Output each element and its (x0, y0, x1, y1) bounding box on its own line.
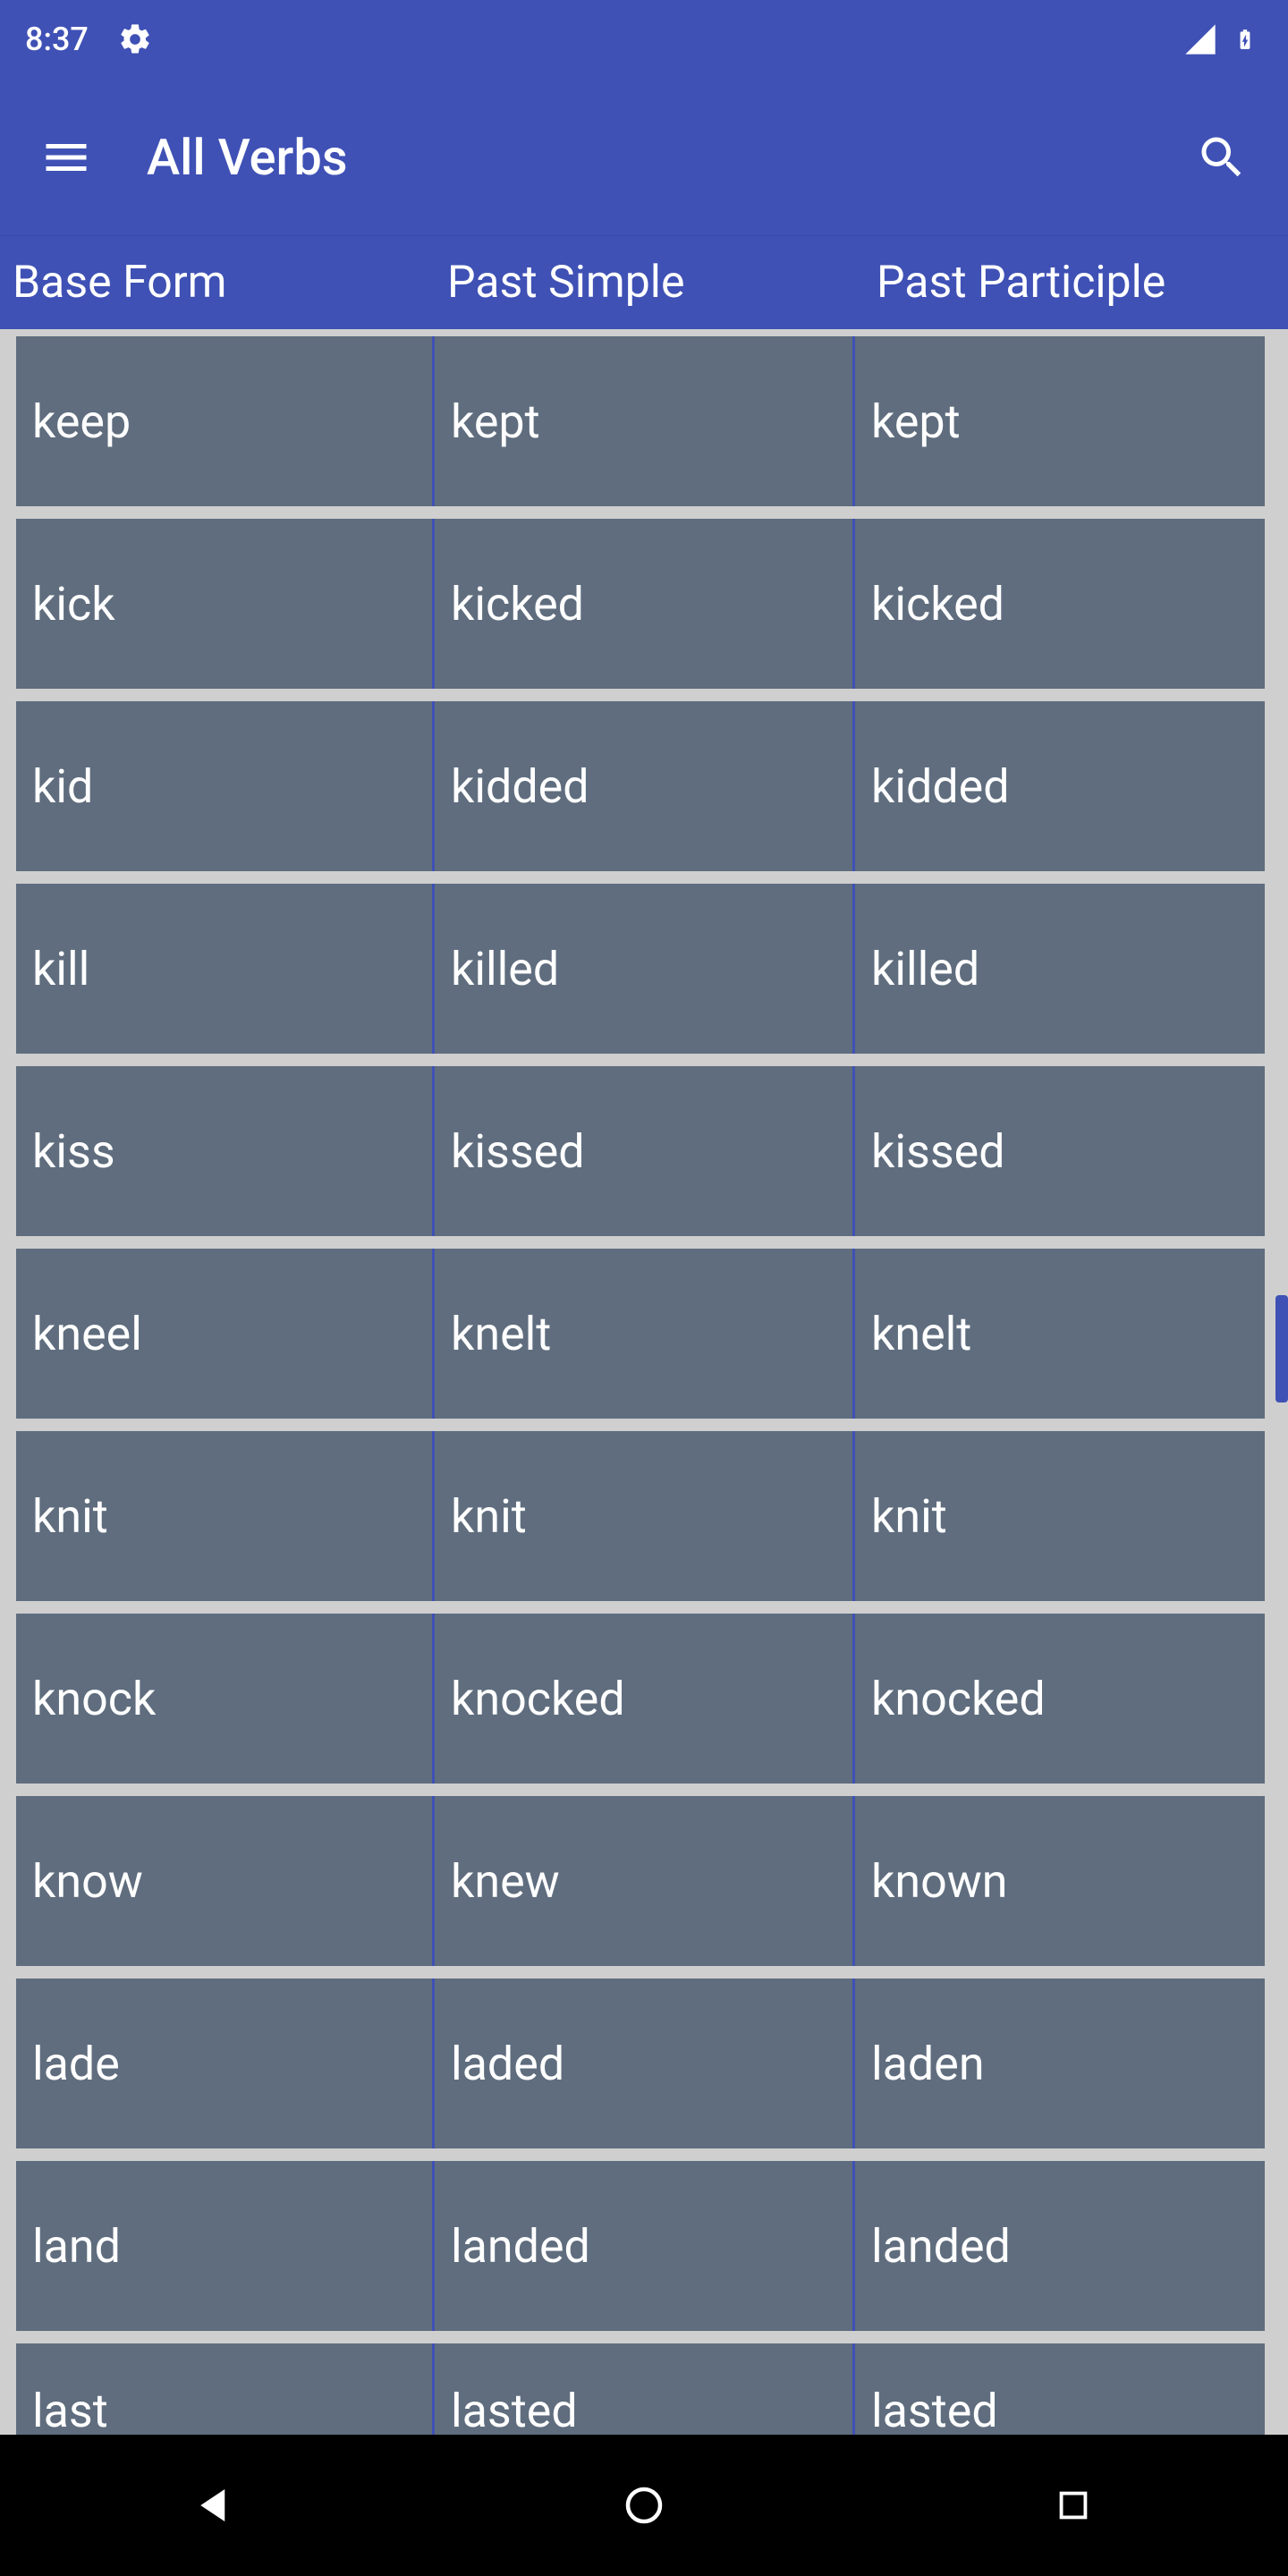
cell: kept (855, 336, 1265, 506)
cell: kicked (435, 519, 855, 689)
cell: killed (855, 884, 1265, 1054)
cell: knit (16, 1431, 435, 1601)
home-icon[interactable] (608, 2470, 680, 2541)
cell: knocked (435, 1614, 855, 1784)
cell: kill (16, 884, 435, 1054)
status-bar: 8:37 (0, 0, 1288, 79)
table-row[interactable]: knowknewknown (16, 1796, 1265, 1966)
cell: lasted (435, 2343, 855, 2435)
cell: kidded (435, 701, 855, 871)
cell: kissed (435, 1066, 855, 1236)
cell: last (16, 2343, 435, 2435)
cell: kick (16, 519, 435, 689)
cell: land (16, 2161, 435, 2331)
cell: landed (855, 2161, 1265, 2331)
scrollbar-thumb[interactable] (1275, 1295, 1288, 1402)
cell: landed (435, 2161, 855, 2331)
cell: kiss (16, 1066, 435, 1236)
table-row[interactable]: keepkeptkept (16, 336, 1265, 506)
app-title: All Verbs (147, 128, 348, 187)
column-header-past: Past Simple (435, 257, 864, 309)
cell: knocked (855, 1614, 1265, 1784)
table-row[interactable]: knockknockedknocked (16, 1614, 1265, 1784)
menu-icon[interactable] (21, 113, 111, 202)
cell: kissed (855, 1066, 1265, 1236)
cell: kidded (855, 701, 1265, 871)
verb-table[interactable]: keepkeptkeptkickkickedkickedkidkiddedkid… (0, 329, 1288, 2435)
cell: knelt (855, 1249, 1265, 1419)
cell: knit (855, 1431, 1265, 1601)
scrollbar-track[interactable] (1265, 329, 1288, 2435)
cell: lasted (855, 2343, 1265, 2435)
column-headers: Base Form Past Simple Past Participle (0, 235, 1288, 329)
cell: laden (855, 1979, 1265, 2148)
android-nav-bar (0, 2435, 1288, 2576)
cell: laded (435, 1979, 855, 2148)
cell: kid (16, 701, 435, 871)
cell: know (16, 1796, 435, 1966)
table-row[interactable]: ladeladedladen (16, 1979, 1265, 2148)
cell: kept (435, 336, 855, 506)
cell: killed (435, 884, 855, 1054)
table-row[interactable]: kneelkneltknelt (16, 1249, 1265, 1419)
table-row[interactable]: knitknitknit (16, 1431, 1265, 1601)
signal-icon (1182, 21, 1218, 57)
cell: kneel (16, 1249, 435, 1419)
recents-icon[interactable] (1038, 2470, 1109, 2541)
column-header-base: Base Form (0, 257, 435, 309)
cell: kicked (855, 519, 1265, 689)
cell: knew (435, 1796, 855, 1966)
column-header-participle: Past Participle (864, 257, 1288, 309)
back-icon[interactable] (179, 2470, 250, 2541)
battery-charging-icon (1227, 21, 1263, 57)
table-row[interactable]: lastlastedlasted (16, 2343, 1265, 2435)
cell: knock (16, 1614, 435, 1784)
table-row[interactable]: kickkickedkicked (16, 519, 1265, 689)
app-bar: All Verbs (0, 79, 1288, 235)
search-icon[interactable] (1177, 113, 1267, 202)
gear-icon (117, 21, 153, 57)
cell: known (855, 1796, 1265, 1966)
table-row[interactable]: kidkiddedkidded (16, 701, 1265, 871)
table-row[interactable]: landlandedlanded (16, 2161, 1265, 2331)
table-row[interactable]: kisskissedkissed (16, 1066, 1265, 1236)
cell: keep (16, 336, 435, 506)
cell: knelt (435, 1249, 855, 1419)
table-row[interactable]: killkilledkilled (16, 884, 1265, 1054)
cell: lade (16, 1979, 435, 2148)
cell: knit (435, 1431, 855, 1601)
status-time: 8:37 (25, 21, 89, 58)
